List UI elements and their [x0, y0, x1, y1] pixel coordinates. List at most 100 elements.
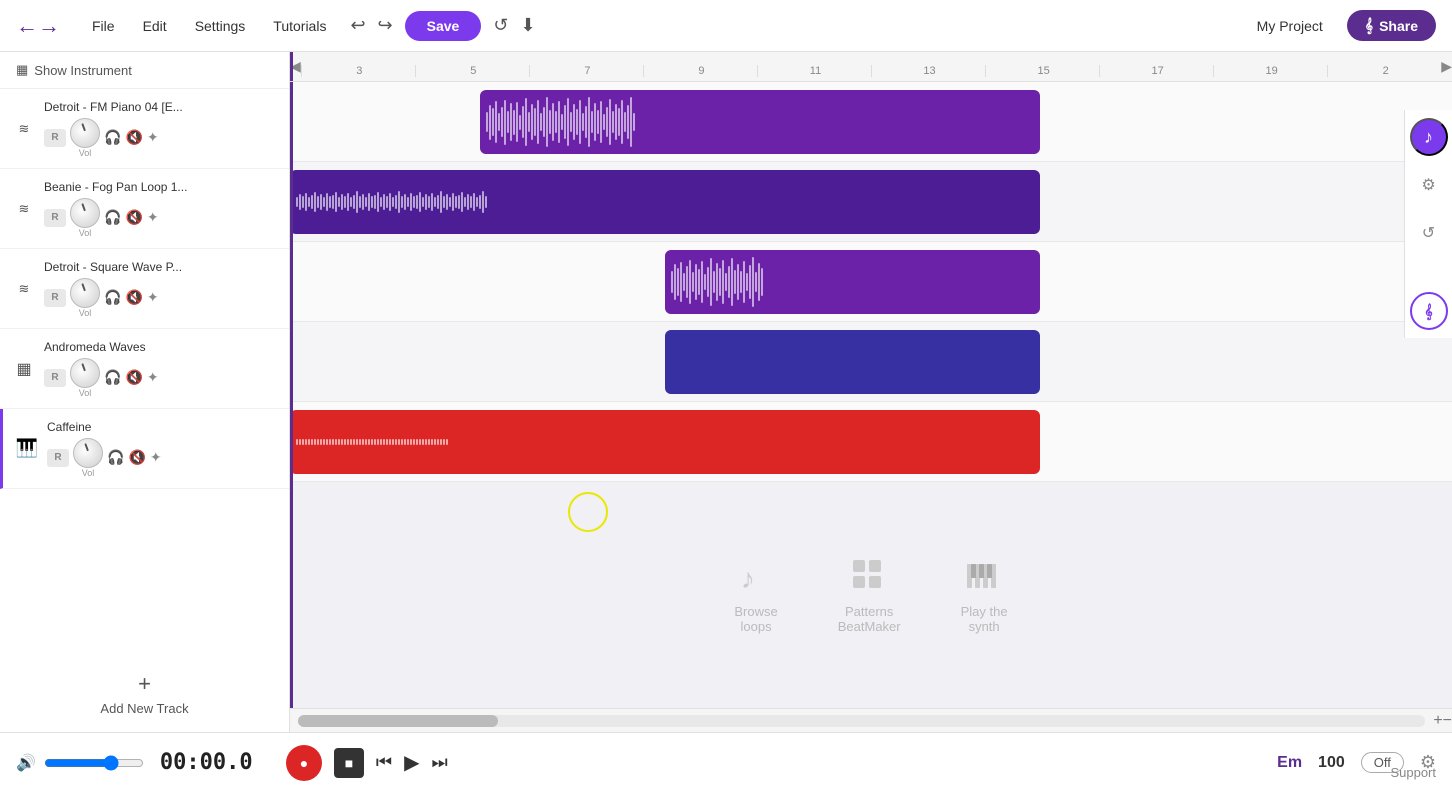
ruler-mark: 17	[1099, 65, 1213, 77]
settings-icon[interactable]: ✦	[150, 449, 162, 466]
volume-knob[interactable]	[70, 358, 100, 388]
record-button[interactable]: ●	[286, 745, 322, 781]
headphone-icon[interactable]: 🎧	[104, 209, 121, 226]
clip-waveform	[290, 170, 1040, 234]
sidebar: ▦ Show Instrument ≋ Detroit - FM Piano 0…	[0, 52, 290, 732]
mute-icon[interactable]: 🔇	[125, 289, 142, 306]
headphone-icon[interactable]: 🎧	[104, 289, 121, 306]
zoom-out-button[interactable]: −	[1443, 712, 1452, 730]
mute-icon[interactable]: 🔇	[128, 449, 145, 466]
volume-slider[interactable]	[44, 755, 144, 771]
ruler-mark: 5	[415, 65, 529, 77]
stop-button[interactable]: ■	[334, 748, 364, 778]
track-area: ◀ 3 5 7 9 11 13 15 17 19 2 ▶ ♪ ⚙ ↺ 𝄞	[290, 52, 1452, 732]
track-info: Caffeine R Vol 🎧 🔇 ✦	[47, 420, 279, 478]
play-the-synth-label: Play thesynth	[961, 604, 1008, 634]
mute-icon[interactable]: 🔇	[125, 369, 142, 386]
play-the-synth-button[interactable]: Play thesynth	[961, 556, 1008, 634]
mute-icon[interactable]: 🔇	[125, 129, 142, 146]
add-new-track-button[interactable]: + Add New Track	[0, 655, 289, 732]
redo-button[interactable]: ↪	[378, 15, 393, 36]
mute-button[interactable]: R	[47, 449, 69, 467]
download-button[interactable]: ⬇	[520, 15, 535, 36]
gear-button[interactable]: ⚙	[1410, 166, 1448, 204]
piano-roll-content	[845, 330, 861, 394]
avatar-button[interactable]: 𝄞	[1410, 292, 1448, 330]
headphone-icon[interactable]: 🎧	[104, 369, 121, 386]
vol-label: Vol	[79, 228, 92, 238]
track-name: Andromeda Waves	[44, 340, 279, 354]
nav-settings[interactable]: Settings	[195, 18, 246, 34]
save-button[interactable]: Save	[405, 11, 482, 41]
settings-icon[interactable]: ✦	[147, 209, 159, 226]
rewind-button[interactable]: ⏮	[376, 752, 392, 773]
music-note-icon: ♪	[736, 556, 776, 596]
track-row-3	[290, 242, 1452, 322]
track-item: ≋ Detroit - FM Piano 04 [E... R Vol 🎧 🔇 …	[0, 89, 289, 169]
headphone-icon[interactable]: 🎧	[104, 129, 121, 146]
zoom-in-button[interactable]: +	[1433, 712, 1442, 730]
timeline-header: ◀ 3 5 7 9 11 13 15 17 19 2 ▶	[290, 52, 1452, 82]
volume-knob[interactable]	[70, 198, 100, 228]
mute-button[interactable]: R	[44, 209, 66, 227]
transport-time: 00:00.0	[160, 750, 270, 775]
key-badge: Em	[1277, 754, 1302, 772]
patterns-beatmaker-button[interactable]: PatternsBeatMaker	[838, 556, 901, 634]
track-row-2	[290, 162, 1452, 242]
transport-buttons: ● ■ ⏮ ▶ ⏭	[286, 745, 448, 781]
headphone-icon[interactable]: 🎧	[107, 449, 124, 466]
vol-knob-wrap: Vol	[70, 278, 100, 318]
music-note-button[interactable]: ♪	[1410, 118, 1448, 156]
track-info: Detroit - FM Piano 04 [E... R Vol 🎧 🔇 ✦	[44, 100, 279, 158]
audio-clip[interactable]	[290, 410, 1040, 474]
play-button[interactable]: ▶	[404, 750, 419, 775]
undo-button[interactable]: ↩	[350, 15, 365, 36]
nav-edit[interactable]: Edit	[143, 18, 167, 34]
add-track-label: Add New Track	[100, 701, 188, 716]
ruler-mark: 7	[529, 65, 643, 77]
logo-icon[interactable]: ←→	[16, 13, 60, 39]
audio-clip[interactable]	[665, 250, 1040, 314]
audio-clip[interactable]	[290, 170, 1040, 234]
transport-bar: 🔊 00:00.0 ● ■ ⏮ ▶ ⏭ Em 100 Off ⚙ Support	[0, 732, 1452, 792]
ruler-mark: 13	[871, 65, 985, 77]
volume-knob[interactable]	[70, 118, 100, 148]
mute-button[interactable]: R	[44, 369, 66, 387]
settings-icon[interactable]: ✦	[147, 129, 159, 146]
browse-loops-button[interactable]: ♪ Browseloops	[734, 556, 777, 634]
volume-knob[interactable]	[70, 278, 100, 308]
main-area: ▦ Show Instrument ≋ Detroit - FM Piano 0…	[0, 52, 1452, 732]
nav-file[interactable]: File	[92, 18, 115, 34]
settings-icon[interactable]: ✦	[147, 289, 159, 306]
mute-icon[interactable]: 🔇	[125, 209, 142, 226]
fast-forward-button[interactable]: ⏭	[432, 752, 448, 773]
grid-icon	[849, 556, 889, 596]
grid-track-icon: ▦	[10, 355, 38, 383]
reset-button[interactable]: ↺	[493, 15, 508, 36]
nav-tutorials[interactable]: Tutorials	[273, 18, 326, 34]
vol-label: Vol	[79, 308, 92, 318]
waveform-bars	[480, 90, 1040, 154]
sidebar-header: ▦ Show Instrument	[0, 52, 289, 89]
track-scrollbar[interactable]	[298, 715, 1425, 727]
track-waveform-icon: ≋	[10, 275, 38, 303]
track-waveform-icon: ≋	[10, 195, 38, 223]
empty-suggestions-area: ♪ Browseloops PatternsBeatMaker	[290, 482, 1452, 708]
mute-button[interactable]: R	[44, 129, 66, 147]
audio-clip[interactable]	[665, 330, 1040, 394]
support-link[interactable]: Support	[1390, 765, 1436, 780]
share-button[interactable]: 𝄞 Share	[1347, 10, 1436, 41]
track-name: Detroit - FM Piano 04 [E...	[44, 100, 279, 114]
settings-icon[interactable]: ✦	[147, 369, 159, 386]
volume-knob[interactable]	[73, 438, 103, 468]
audio-clip[interactable]	[480, 90, 1040, 154]
waveform-bars	[290, 410, 1040, 474]
speaker-icon: 🔊	[16, 753, 36, 773]
scrollbar-thumb[interactable]	[298, 715, 498, 727]
show-instrument-label: Show Instrument	[34, 63, 132, 78]
cursor-circle	[568, 492, 608, 532]
scroll-right-button[interactable]: ▶	[1441, 58, 1452, 75]
track-info: Detroit - Square Wave P... R Vol 🎧 🔇 ✦	[44, 260, 279, 318]
mute-button[interactable]: R	[44, 289, 66, 307]
refresh-button[interactable]: ↺	[1410, 214, 1448, 252]
